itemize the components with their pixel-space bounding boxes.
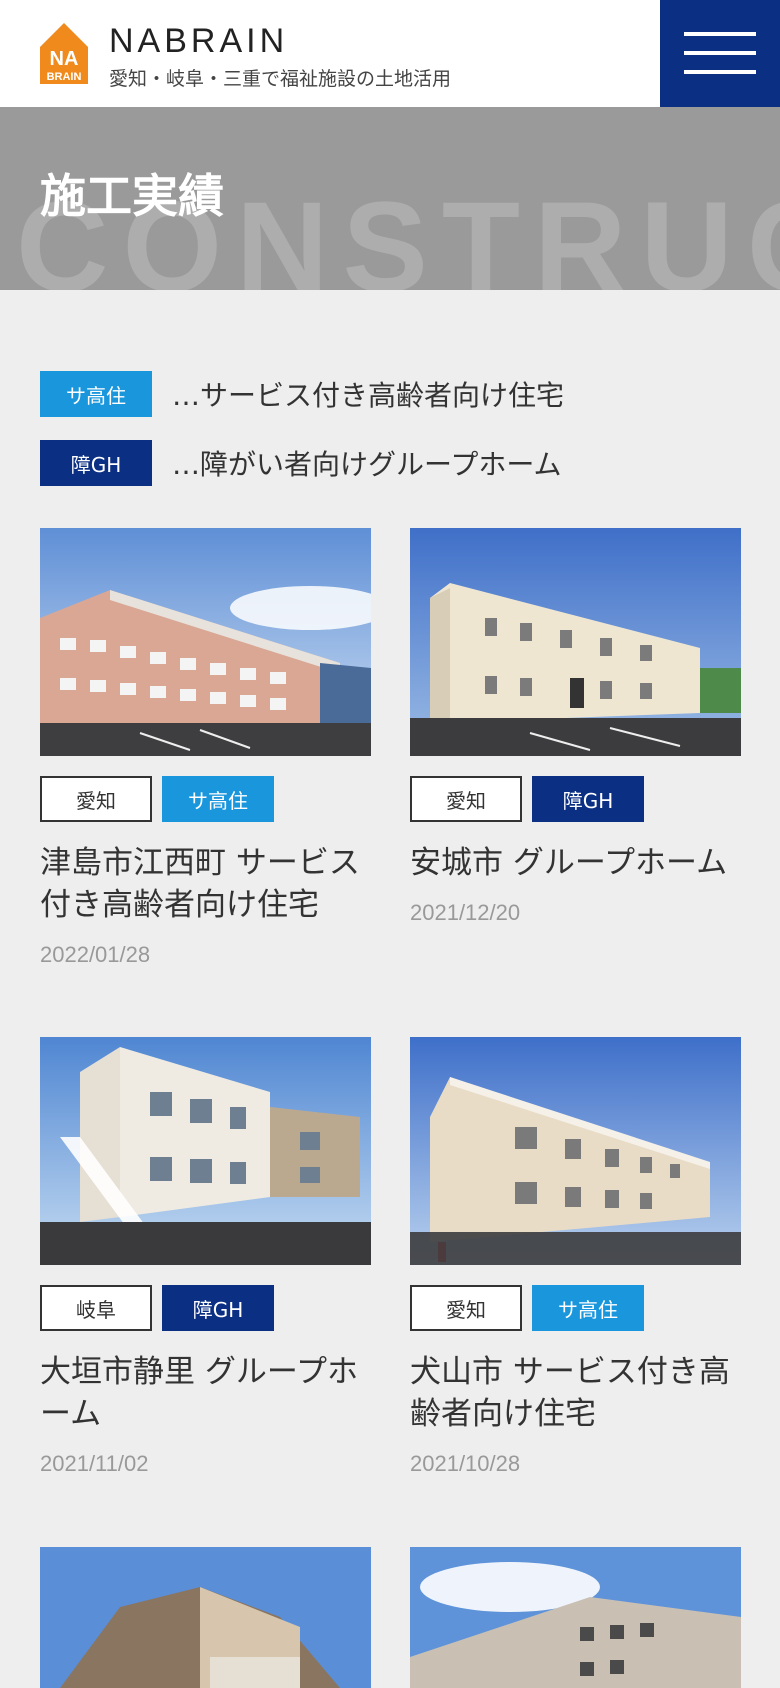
menu-bar-icon [684, 51, 756, 55]
project-date: 2021/12/20 [410, 900, 521, 925]
project-card[interactable]: 愛知 サ高住 犬山市 サービス付き高齢者向け住宅 2021/10/28 [410, 1037, 741, 1477]
project-photo[interactable] [40, 1037, 371, 1265]
menu-bar-icon [684, 70, 756, 74]
project-card[interactable]: 愛知 サ高住 津島市江西町 サービス付き高齢者向け住宅 2022/01/28 [40, 528, 371, 968]
page-title: 施工実績 [40, 169, 224, 223]
logo-text-bottom: BRAIN [47, 71, 82, 83]
prefecture-tag: 愛知 [410, 1285, 522, 1331]
legend-badge-gh: 障GH [40, 440, 152, 486]
category-tag: サ高住 [532, 1285, 644, 1331]
project-card[interactable]: 愛知 障GH 安城市 グループホーム 2021/12/20 [410, 528, 741, 926]
project-date: 2021/10/28 [410, 1451, 521, 1476]
project-date: 2021/11/02 [40, 1451, 149, 1476]
legend-text: …障がい者向けグループホーム [172, 448, 562, 481]
page-hero: CONSTRUCTION 施工実績 [0, 107, 780, 290]
category-tag: サ高住 [162, 776, 274, 822]
prefecture-tag: 愛知 [410, 776, 522, 822]
category-tag: 障GH [532, 776, 644, 822]
project-title[interactable]: 大垣市静里 グループホーム [40, 1351, 371, 1435]
project-card[interactable] [40, 1547, 371, 1688]
menu-bar-icon [684, 32, 756, 36]
legend-item-sakoju: サ高住 …サービス付き高齢者向け住宅 [40, 371, 564, 417]
project-photo[interactable] [410, 1037, 741, 1265]
prefecture-tag: 愛知 [40, 776, 152, 822]
nabrain-logo[interactable]: NA BRAIN [40, 23, 88, 84]
project-date: 2022/01/28 [40, 942, 151, 967]
project-photo[interactable] [410, 1547, 741, 1688]
project-title[interactable]: 安城市 グループホーム [410, 842, 741, 884]
project-card[interactable] [410, 1547, 741, 1688]
brand-tagline: 愛知・岐阜・三重で福祉施設の土地活用 [109, 68, 452, 90]
brand-name[interactable]: NABRAIN [109, 22, 288, 61]
project-photo[interactable] [410, 528, 741, 756]
project-title[interactable]: 犬山市 サービス付き高齢者向け住宅 [410, 1351, 741, 1435]
project-title[interactable]: 津島市江西町 サービス付き高齢者向け住宅 [40, 842, 371, 926]
legend-badge-sakoju: サ高住 [40, 371, 152, 417]
logo-text-top: NA [50, 48, 79, 70]
project-photo[interactable] [40, 1547, 371, 1688]
legend-text: …サービス付き高齢者向け住宅 [172, 379, 565, 412]
legend-item-gh: 障GH …障がい者向けグループホーム [40, 440, 561, 486]
project-photo[interactable] [40, 528, 371, 756]
project-card[interactable]: 岐阜 障GH 大垣市静里 グループホーム 2021/11/02 [40, 1037, 371, 1477]
site-header: NA BRAIN NABRAIN 愛知・岐阜・三重で福祉施設の土地活用 [0, 0, 780, 107]
prefecture-tag: 岐阜 [40, 1285, 152, 1331]
hamburger-menu-button[interactable] [660, 0, 780, 107]
category-tag: 障GH [162, 1285, 274, 1331]
